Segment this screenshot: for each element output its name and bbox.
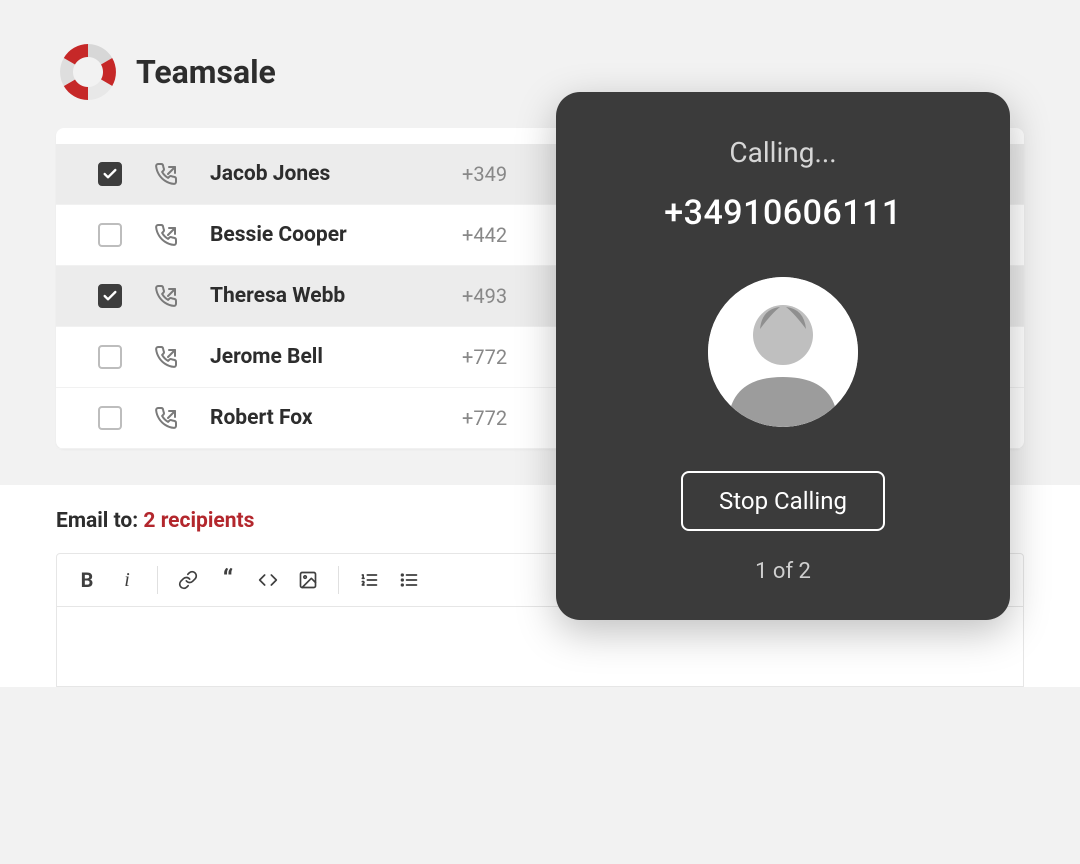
contact-name: Jacob Jones [210, 162, 430, 186]
call-out-icon[interactable] [154, 162, 178, 186]
contact-name: Jerome Bell [210, 345, 430, 369]
dialer-counter: 1 of 2 [580, 559, 986, 584]
email-recipients[interactable]: 2 recipients [143, 509, 254, 533]
call-out-icon[interactable] [154, 223, 178, 247]
quote-button[interactable]: “ [210, 562, 246, 598]
dialer-card: Calling... +34910606111 Stop Calling 1 o… [556, 92, 1010, 620]
image-button[interactable] [290, 562, 326, 598]
avatar [708, 277, 858, 427]
contact-phone: +772 [462, 406, 507, 430]
dialer-status: Calling... [580, 136, 986, 169]
contact-name: Theresa Webb [210, 284, 430, 308]
contact-phone: +772 [462, 345, 507, 369]
toolbar-separator [338, 566, 339, 594]
italic-button[interactable]: i [109, 562, 145, 598]
unordered-list-button[interactable] [391, 562, 427, 598]
brand-logo-icon [56, 40, 120, 104]
checkbox[interactable] [98, 162, 122, 186]
contact-phone: +349 [462, 162, 507, 186]
checkbox[interactable] [98, 223, 122, 247]
ordered-list-button[interactable] [351, 562, 387, 598]
checkbox[interactable] [98, 345, 122, 369]
checkbox[interactable] [98, 406, 122, 430]
stop-calling-button[interactable]: Stop Calling [681, 471, 885, 531]
dialer-number: +34910606111 [580, 193, 986, 233]
brand-name: Teamsale [136, 53, 276, 91]
call-out-icon[interactable] [154, 406, 178, 430]
call-out-icon[interactable] [154, 345, 178, 369]
checkbox[interactable] [98, 284, 122, 308]
code-button[interactable] [250, 562, 286, 598]
contact-phone: +442 [462, 223, 507, 247]
contact-name: Robert Fox [210, 406, 430, 430]
contact-name: Bessie Cooper [210, 223, 430, 247]
email-to-label: Email to: [56, 509, 138, 533]
bold-button[interactable]: B [69, 562, 105, 598]
link-button[interactable] [170, 562, 206, 598]
toolbar-separator [157, 566, 158, 594]
call-out-icon[interactable] [154, 284, 178, 308]
contact-phone: +493 [462, 284, 507, 308]
